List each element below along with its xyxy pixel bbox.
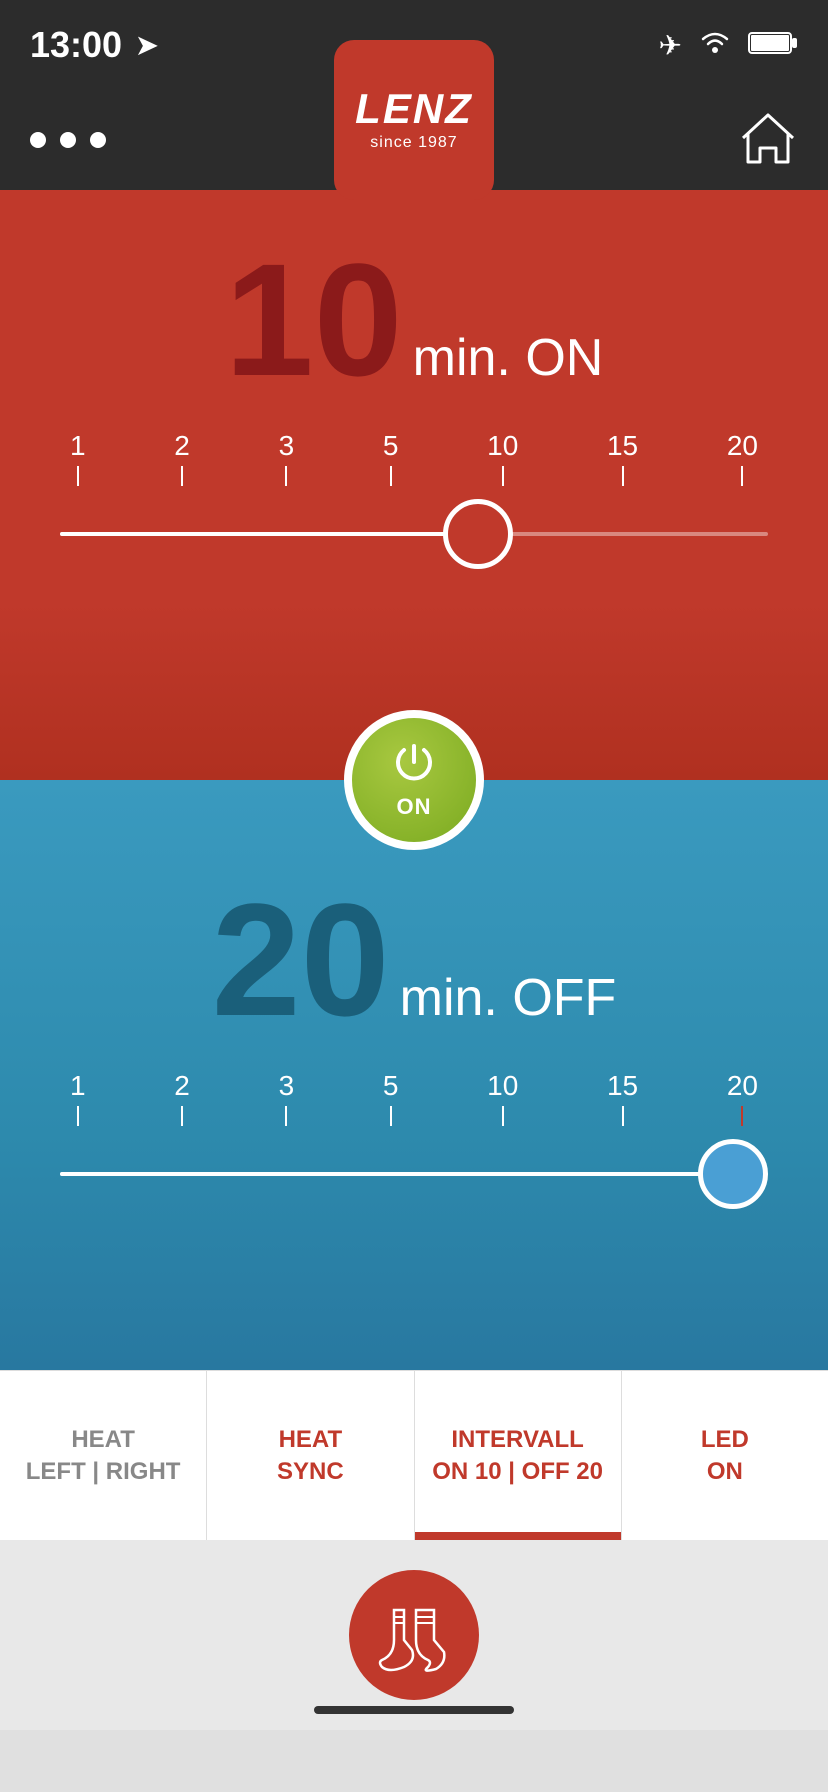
nav-dots[interactable] xyxy=(30,132,106,148)
socks-button[interactable] xyxy=(349,1570,479,1700)
mark-20: 20 xyxy=(727,430,758,486)
logo: LENZ since 1987 xyxy=(334,40,494,200)
mark-3: 3 xyxy=(279,430,295,486)
timer-on-display: 10 min. ON xyxy=(225,240,604,400)
tab-led-on[interactable]: LEDON xyxy=(622,1371,828,1540)
bottom-nav xyxy=(0,1540,828,1730)
slider-on-fill xyxy=(60,532,478,536)
mark-10: 10 xyxy=(487,430,518,486)
mark-off-20: 20 xyxy=(727,1070,758,1126)
timer-off-display: 20 min. OFF xyxy=(212,880,617,1040)
header: LENZ since 1987 xyxy=(0,90,828,190)
nav-dot-3[interactable] xyxy=(90,132,106,148)
slider-on-thumb[interactable] xyxy=(443,499,513,569)
tab-heat-sync-label: HEATSYNC xyxy=(277,1424,344,1486)
mark-off-3: 3 xyxy=(279,1070,295,1126)
location-icon: ➤ xyxy=(136,30,158,61)
nav-dot-1[interactable] xyxy=(30,132,46,148)
slider-on-track xyxy=(60,532,768,536)
socks-icon xyxy=(374,1595,454,1675)
home-indicator xyxy=(314,1706,514,1714)
slider-on-section: 1 2 3 5 10 15 xyxy=(0,430,828,574)
home-button[interactable] xyxy=(738,110,798,170)
wifi-icon xyxy=(698,27,732,63)
mark-off-10: 10 xyxy=(487,1070,518,1126)
tab-heat-left-right[interactable]: HEATLEFT | RIGHT xyxy=(0,1371,207,1540)
power-icon xyxy=(392,740,436,792)
slider-off-track xyxy=(60,1172,768,1176)
tab-intervall-label: INTERVALLON 10 | OFF 20 xyxy=(432,1424,603,1486)
slider-on[interactable] xyxy=(60,494,768,574)
tab-heat-left-right-label: HEATLEFT | RIGHT xyxy=(26,1424,181,1486)
mark-15: 15 xyxy=(607,430,638,486)
mark-off-15: 15 xyxy=(607,1070,638,1126)
mark-5: 5 xyxy=(383,430,399,486)
power-button[interactable]: ON xyxy=(344,710,484,850)
slider-off-marks: 1 2 3 5 10 15 xyxy=(60,1070,768,1126)
section-off: 20 min. OFF 1 2 3 5 10 xyxy=(0,780,828,1370)
tabs-bar: HEATLEFT | RIGHT HEATSYNC INTERVALLON 10… xyxy=(0,1370,828,1540)
status-icons: ✈ xyxy=(659,27,798,63)
mark-off-2: 2 xyxy=(174,1070,190,1126)
power-button-container[interactable]: ON xyxy=(344,710,484,850)
nav-dot-2[interactable] xyxy=(60,132,76,148)
mark-2: 2 xyxy=(174,430,190,486)
tab-active-indicator xyxy=(415,1532,621,1540)
slider-off-thumb[interactable] xyxy=(698,1139,768,1209)
mark-off-1: 1 xyxy=(70,1070,86,1126)
slider-off-fill xyxy=(60,1172,733,1176)
tab-heat-sync[interactable]: HEATSYNC xyxy=(207,1371,414,1540)
slider-on-marks: 1 2 3 5 10 15 xyxy=(60,430,768,486)
tab-led-on-label: LEDON xyxy=(701,1424,749,1486)
slider-off[interactable] xyxy=(60,1134,768,1214)
mark-1: 1 xyxy=(70,430,86,486)
battery-icon xyxy=(748,29,798,62)
status-time: 13:00 ➤ xyxy=(30,24,158,66)
slider-off-section: 1 2 3 5 10 15 xyxy=(0,1070,828,1214)
airplane-icon: ✈ xyxy=(659,29,682,62)
section-on: 10 min. ON 1 2 3 5 10 xyxy=(0,190,828,780)
tab-intervall[interactable]: INTERVALLON 10 | OFF 20 xyxy=(415,1371,622,1540)
mark-off-5: 5 xyxy=(383,1070,399,1126)
